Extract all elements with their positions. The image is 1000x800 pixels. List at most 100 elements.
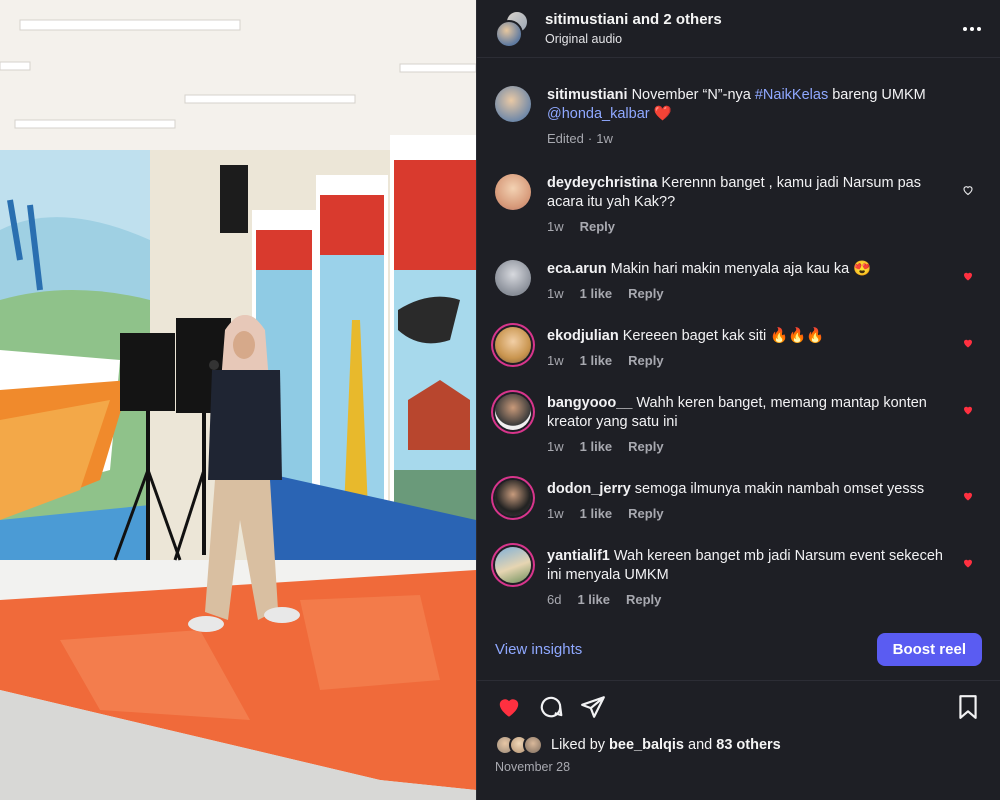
comment-likes[interactable]: 1 like <box>580 286 613 301</box>
avatar[interactable] <box>495 547 531 583</box>
comment-username[interactable]: yantialif1 <box>547 548 610 564</box>
comment-username[interactable]: bangyooo__ <box>547 395 632 411</box>
post-actions <box>495 692 982 722</box>
comment-content: semoga ilmunya makin nambah omset yesss <box>634 481 925 497</box>
reply-button[interactable]: Reply <box>628 353 663 368</box>
comment-text: bangyooo__ Wahh keren banget, memang mant… <box>547 394 956 432</box>
liker-avatars[interactable] <box>495 735 547 755</box>
reply-button[interactable]: Reply <box>626 592 661 607</box>
reply-button[interactable]: Reply <box>628 439 663 454</box>
meta-dot: · <box>587 131 593 146</box>
header-text: sitimustiani and 2 others Original audio <box>545 11 960 46</box>
comment-username[interactable]: deydeychristina <box>547 175 657 191</box>
comment-body: ekodjulian Kereeen baget kak siti 🔥🔥🔥 1w … <box>547 327 982 368</box>
comment-item: deydeychristina Kerennn banget , kamu jad… <box>495 174 982 234</box>
liked-by-prefix: Liked by <box>551 737 606 753</box>
comment-likes[interactable]: 1 like <box>577 592 610 607</box>
comment-item: bangyooo__ Wahh keren banget, memang mant… <box>495 394 982 454</box>
collab-avatars[interactable] <box>495 9 533 48</box>
post-viewer: sitimustiani and 2 others Original audio… <box>0 0 1000 800</box>
comment-meta: 1w 1 like Reply <box>547 439 956 454</box>
heart-filled-icon[interactable] <box>962 337 974 349</box>
comment-body: yantialif1 Wah kereen banget mb jadi Nars… <box>547 547 982 607</box>
comment-text: eca.arun Makin hari makin menyala aja kau… <box>547 260 956 279</box>
comment-time: 1w <box>547 506 564 521</box>
reply-button[interactable]: Reply <box>580 219 615 234</box>
comment-meta: 1w 1 like Reply <box>547 286 956 301</box>
comment-text: deydeychristina Kerennn banget , kamu jad… <box>547 174 956 212</box>
comment-content: Makin hari makin menyala aja kau ka 😍 <box>610 261 872 277</box>
boost-reel-button[interactable]: Boost reel <box>876 632 982 666</box>
reply-button[interactable]: Reply <box>628 286 663 301</box>
comment-time: 6d <box>547 592 562 607</box>
post-date: November 28 <box>495 760 571 774</box>
avatar <box>495 19 523 48</box>
share-icon[interactable] <box>579 693 607 721</box>
comment-username[interactable]: ekodjulian <box>547 328 619 344</box>
likes-count-link[interactable]: 83 others <box>716 737 780 753</box>
comment-likes[interactable]: 1 like <box>580 439 613 454</box>
comment-meta: 1w 1 like Reply <box>547 353 956 368</box>
comment-item: dodon_jerry semoga ilmunya makin nambah o… <box>495 480 982 521</box>
caption-fragment: bareng UMKM <box>828 87 926 103</box>
heart-filled-icon[interactable] <box>962 490 974 502</box>
avatar[interactable] <box>495 394 531 430</box>
reply-button[interactable]: Reply <box>628 506 663 521</box>
header-title: sitimustiani and 2 others <box>545 11 960 28</box>
comment-likes[interactable]: 1 like <box>580 506 613 521</box>
comment-time: 1w <box>547 439 564 454</box>
author-username[interactable]: sitimustiani <box>545 11 628 28</box>
comment-icon[interactable] <box>537 693 565 721</box>
more-options-icon[interactable] <box>960 17 984 41</box>
avatar[interactable] <box>495 327 531 363</box>
comment-text: ekodjulian Kereeen baget kak siti 🔥🔥🔥 <box>547 327 956 346</box>
hashtag-link[interactable]: #NaikKelas <box>755 87 828 103</box>
avatar[interactable] <box>495 480 531 516</box>
heart-outline-icon[interactable] <box>962 184 974 196</box>
caption-username[interactable]: sitimustiani <box>547 87 628 103</box>
heart-filled-icon[interactable] <box>962 557 974 569</box>
coauthors-link[interactable]: and 2 others <box>633 11 722 28</box>
comment-item: eca.arun Makin hari makin menyala aja kau… <box>495 260 982 301</box>
caption-text: sitimustiani November “N”-nya #NaikKelas … <box>547 86 956 124</box>
comment-time: 1w <box>547 286 564 301</box>
edited-label: Edited <box>547 131 584 146</box>
insights-bar: View insights Boost reel <box>495 632 982 666</box>
heart-emoji: ❤️ <box>653 106 672 122</box>
view-insights-link[interactable]: View insights <box>495 641 582 658</box>
comment-text: yantialif1 Wah kereen banget mb jadi Nars… <box>547 547 956 585</box>
comment-body: deydeychristina Kerennn banget , kamu jad… <box>547 174 982 234</box>
comment-meta: 1w Reply <box>547 219 956 234</box>
comment-thread: sitimustiani November “N”-nya #NaikKelas … <box>477 58 1000 607</box>
reel-media[interactable] <box>0 0 476 800</box>
liker-username[interactable]: bee_balqis <box>609 737 684 753</box>
audio-label[interactable]: Original audio <box>545 32 960 46</box>
post-side-panel: sitimustiani and 2 others Original audio… <box>476 0 1000 800</box>
comment-time: 1w <box>547 219 564 234</box>
avatar[interactable] <box>495 260 531 296</box>
bookmark-icon[interactable] <box>954 693 982 721</box>
avatar[interactable] <box>495 174 531 210</box>
comment-time: 1w <box>547 353 564 368</box>
divider <box>477 680 1000 681</box>
liked-by-and: and <box>688 737 713 753</box>
comment-meta: 6d 1 like Reply <box>547 592 956 607</box>
stage-photo <box>0 0 476 800</box>
comment-username[interactable]: eca.arun <box>547 261 607 277</box>
avatar[interactable] <box>495 86 531 122</box>
comment-item: yantialif1 Wah kereen banget mb jadi Nars… <box>495 547 982 607</box>
comment-body: bangyooo__ Wahh keren banget, memang mant… <box>547 394 982 454</box>
caption-meta: Edited · 1w <box>547 131 956 146</box>
like-heart-icon[interactable] <box>495 693 523 721</box>
comment-likes[interactable]: 1 like <box>580 353 613 368</box>
comment-item: ekodjulian Kereeen baget kak siti 🔥🔥🔥 1w … <box>495 327 982 368</box>
mention-link[interactable]: @honda_kalbar <box>547 106 650 122</box>
comment-body: dodon_jerry semoga ilmunya makin nambah o… <box>547 480 982 521</box>
caption-time: 1w <box>596 131 613 146</box>
caption-fragment: November “N”-nya <box>631 87 755 103</box>
comment-text: dodon_jerry semoga ilmunya makin nambah o… <box>547 480 956 499</box>
heart-filled-icon[interactable] <box>962 270 974 282</box>
post-header: sitimustiani and 2 others Original audio <box>477 0 1000 58</box>
heart-filled-icon[interactable] <box>962 404 974 416</box>
comment-username[interactable]: dodon_jerry <box>547 481 631 497</box>
